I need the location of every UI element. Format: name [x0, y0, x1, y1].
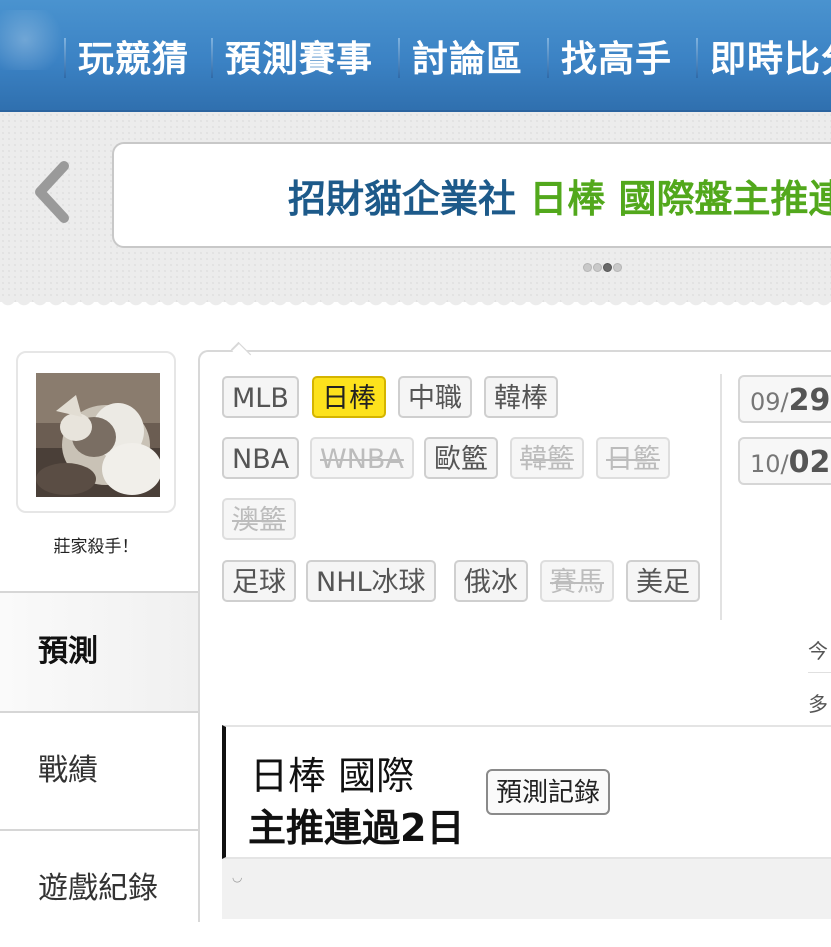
- banner-headline: 招財貓企業社 日棒 國際盤主推連過: [288, 168, 831, 223]
- top-nav: 玩競猜 預測賽事 討論區 找高手 即時比分: [0, 0, 831, 112]
- promo-league: 日棒 國際: [250, 754, 415, 798]
- carousel-dots: [583, 257, 623, 272]
- banner-slide[interactable]: 招財貓企業社 日棒 國際盤主推連過: [112, 142, 831, 248]
- sidebar-item-predict[interactable]: 預測: [0, 593, 198, 711]
- avatar: [36, 373, 160, 497]
- sport-tag-euro-basketball[interactable]: 歐籃: [424, 437, 498, 479]
- carousel-dot-active[interactable]: [603, 263, 612, 272]
- banner-title: 日棒 國際盤主推連過: [529, 177, 831, 221]
- date-day: 29: [788, 383, 831, 418]
- sidebar-item-record[interactable]: 戰績: [0, 713, 198, 829]
- divider: [720, 374, 722, 620]
- today-label: 今: [808, 639, 828, 663]
- date-option[interactable]: 09/29: [738, 375, 831, 423]
- content-below: [222, 859, 831, 919]
- nav-separator: [64, 38, 66, 78]
- sport-tag-japan-basketball: 日籃: [596, 437, 670, 479]
- sport-tag-nhl[interactable]: NHL冰球: [306, 560, 436, 602]
- more-label: 多: [808, 692, 828, 716]
- nav-separator: [211, 38, 213, 78]
- sport-tag-korea-basketball: 韓籃: [510, 437, 584, 479]
- sport-tag-mlb[interactable]: MLB: [222, 376, 299, 418]
- nav-separator: [696, 38, 698, 78]
- chevron-left-icon[interactable]: [30, 160, 74, 224]
- nav-item-quiz[interactable]: 玩競猜: [78, 32, 189, 88]
- sport-tag-cpbl[interactable]: 中職: [398, 376, 472, 418]
- nav-separator: [547, 38, 549, 78]
- sport-tag-kbo[interactable]: 韓棒: [484, 376, 558, 418]
- sport-tag-horse-racing: 賽馬: [540, 560, 614, 602]
- sport-tag-khl[interactable]: 俄冰: [454, 560, 528, 602]
- date-month: 09/: [750, 388, 789, 416]
- date-day: 02: [788, 445, 831, 480]
- carousel-dot[interactable]: [593, 263, 602, 272]
- username: 莊家殺手！: [53, 537, 139, 557]
- nav-item-live-scores[interactable]: 即時比分: [710, 32, 831, 88]
- prediction-record-button[interactable]: 預測記錄: [486, 769, 611, 815]
- date-month: 10/: [750, 450, 789, 478]
- carousel-dot[interactable]: [583, 263, 592, 272]
- nav-item-find-experts[interactable]: 找高手: [561, 32, 672, 88]
- banner-company: 招財貓企業社: [288, 177, 517, 221]
- divider: [808, 672, 831, 673]
- sport-tag-american-football[interactable]: 美足: [626, 560, 700, 602]
- avatar-card[interactable]: [16, 351, 176, 513]
- sport-tag-australia-basketball: 澳籃: [222, 498, 296, 540]
- sport-tag-wnba: WNBA: [310, 437, 414, 479]
- promo-card: 日棒 國際 主推連過2日 預測記錄: [222, 725, 831, 859]
- nav-item-forum[interactable]: 討論區: [412, 32, 523, 88]
- promo-title: 主推連過2日: [248, 806, 465, 850]
- nav-item-predict-events[interactable]: 預測賽事: [225, 32, 373, 88]
- small-icon: ◡: [232, 870, 243, 884]
- date-option[interactable]: 10/02: [738, 437, 831, 485]
- nav-separator: [398, 38, 400, 78]
- sport-tag-soccer[interactable]: 足球: [222, 560, 296, 602]
- sport-tag-nba[interactable]: NBA: [222, 437, 300, 479]
- carousel-dot[interactable]: [613, 263, 622, 272]
- sidebar-item-game-history[interactable]: 遊戲紀錄: [0, 831, 198, 947]
- sport-tag-npb-selected[interactable]: 日棒: [312, 376, 386, 418]
